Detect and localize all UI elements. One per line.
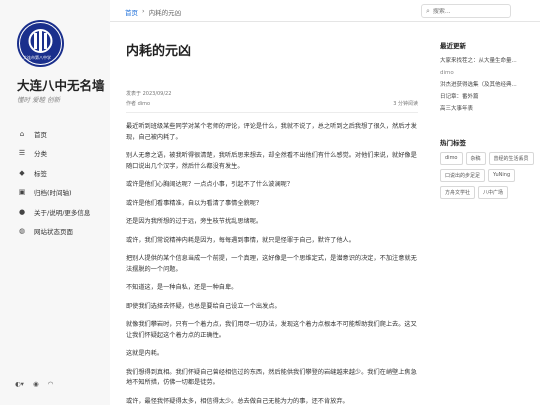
nav-item-status[interactable]: ◍ 网站状态页面 [17,222,90,242]
breadcrumb-home[interactable]: 首页 [125,7,138,17]
article-paragraph: 或许，最怪我怀疑得太多，相信得太少。总去做自己无能为力的事，还不肯放弃。 [126,397,349,405]
article-paragraph: 不知道这，是一种自私，还是一种自卑。 [126,284,238,291]
nav-label: 标签 [34,169,47,178]
article-title: 内耗的元凶 [126,44,192,59]
globe-icon: ◍ [18,227,26,236]
breadcrumb-current: 内耗的元凶 [148,9,182,17]
nav-label: 分类 [34,150,47,159]
breadcrumb: 首页 › 内耗的元凶 [125,7,181,17]
article-author[interactable]: 作者 dimo [126,100,150,107]
nav-item-archive[interactable]: ▣ 归档(时间轴) [17,183,90,203]
article-paragraph: 就像我们攀岩时，只有一个着力点，我们用尽一切办法，发现这个着力点根本不可能帮助我… [126,321,417,339]
logo-text: 大连市第八中学 [23,55,51,60]
home-icon: ⌂ [19,129,25,138]
search-box[interactable]: ⌕ [421,4,511,18]
rss-icon[interactable]: ◠ [48,380,54,388]
article-paragraph: 或许是他们看事精准，自以为看清了事情全貌呢？ [126,199,263,207]
recent-post-link[interactable]: 高三大事年表 [440,103,535,115]
recent-post-link[interactable]: 日记章：番外篇 [440,91,535,103]
nav-label: 网站状态页面 [34,228,73,237]
article-paragraph: 还是因为我所想的过于远，旁生枝节扰乱思绪呢。 [126,218,263,225]
main-nav: ⌂ 首页 ☰ 分类 ◆ 标签 ▣ 归档(时间轴) ● 关于/说明/更多信息 ◍ … [17,124,91,242]
nav-item-home[interactable]: ⌂ 首页 [17,124,90,144]
right-sidebar: 最近更新 大家来找茬之：从大量生命量... dimo 洪杰进获得选集（及其他经典… [440,40,535,199]
tag-chip[interactable]: 杂稿 [465,152,486,165]
article-paragraph: 把别人提供的某个信息当成一个前提，一个真理，这好像是一个思维定式，是潜意识的决定… [126,255,417,273]
tag-icon: ◆ [19,168,25,177]
list-icon: ☰ [18,149,26,158]
recent-post-author: dimo [440,70,454,76]
tags-heading: 热门标签 [440,139,466,147]
nav-label: 归档(时间轴) [34,189,72,198]
article-body: 最近听到班级某些同学对某个老师的评论，评论是什么，我就不说了，总之听到之后我想了… [126,122,418,405]
tag-chip[interactable]: dimo [440,152,463,165]
nav-label: 首页 [34,130,47,139]
sidebar-footer: ◐▾ ◉ ◠ [15,380,53,388]
article-paragraph: 最近听到班级某些同学对某个老师的评论，评论是什么，我就不说了，总之听到之后我想了… [126,123,417,141]
nav-label: 关于/说明/更多信息 [34,208,91,217]
recent-heading: 最近更新 [440,42,466,50]
nav-item-categories[interactable]: ☰ 分类 [17,144,90,164]
article-paragraph: 或许是他们心胸阔达呢？一点点小事，引起不了什么波澜呢？ [126,181,294,188]
tag-chip[interactable]: 曾经的生活丢员 [488,152,534,165]
info-icon: ● [18,207,26,216]
site-title[interactable]: 大连八中无名墙 [17,75,105,94]
recent-post-link[interactable]: 大家来找茬之：从大量生命量... [440,55,535,67]
tag-cloud: dimo 杂稿 曾经的生活丢员 口说出的步足足 YuNing 方舟文学社 八中广… [440,152,535,199]
divider [126,112,418,113]
theme-toggle-icon[interactable]: ◐▾ [15,380,24,388]
site-logo[interactable]: 大连市第八中学 [17,20,64,67]
article-paragraph: 或许，我们常说精神内耗是因为，每每遇到事情，就只是怪罪于自己，默许了他人。 [126,236,355,244]
article-paragraph: 我们想得到真相。我们怀疑自己曾经相信过的东西，然后能供我们攀登的岩缝越来越少。我… [126,368,417,387]
tag-chip[interactable]: 方舟文学社 [440,186,476,199]
nav-item-about[interactable]: ● 关于/说明/更多信息 [17,202,90,222]
sidebar: 大连市第八中学 大连八中无名墙 懂时 爱睦 创新 ⌂ 首页 ☰ 分类 ◆ 标签 … [0,0,110,405]
article-paragraph: 即使我们选择去怀疑，也总是要给自己设立一个出发点。 [126,302,281,310]
tag-chip[interactable]: 口说出的步足足 [440,169,486,182]
github-icon[interactable]: ◉ [33,380,39,388]
top-bar: 首页 › 内耗的元凶 ⌕ [110,0,540,22]
site-subtitle: 懂时 爱睦 创新 [17,96,61,104]
archive-icon: ▣ [18,188,26,197]
search-input[interactable] [432,7,503,15]
tag-chip[interactable]: 八中广场 [478,186,509,199]
article-paragraph: 这就是内耗。 [126,350,164,357]
article-read-time: 3 分钟阅读 [393,101,418,107]
tag-chip[interactable]: YuNing [488,169,516,182]
article-paragraph: 别人无意之语，被我听得很清楚，我听后思来想去，却全然看不出他们有什么感觉。对他们… [126,152,417,170]
chevron-right-icon: › [142,7,145,15]
nav-item-tags[interactable]: ◆ 标签 [17,163,90,183]
article-date: 发表于 2023/09/22 [126,91,172,97]
search-icon: ⌕ [426,6,430,15]
recent-post-link[interactable]: 洪杰进获得选集（及其他经典... [440,79,535,91]
